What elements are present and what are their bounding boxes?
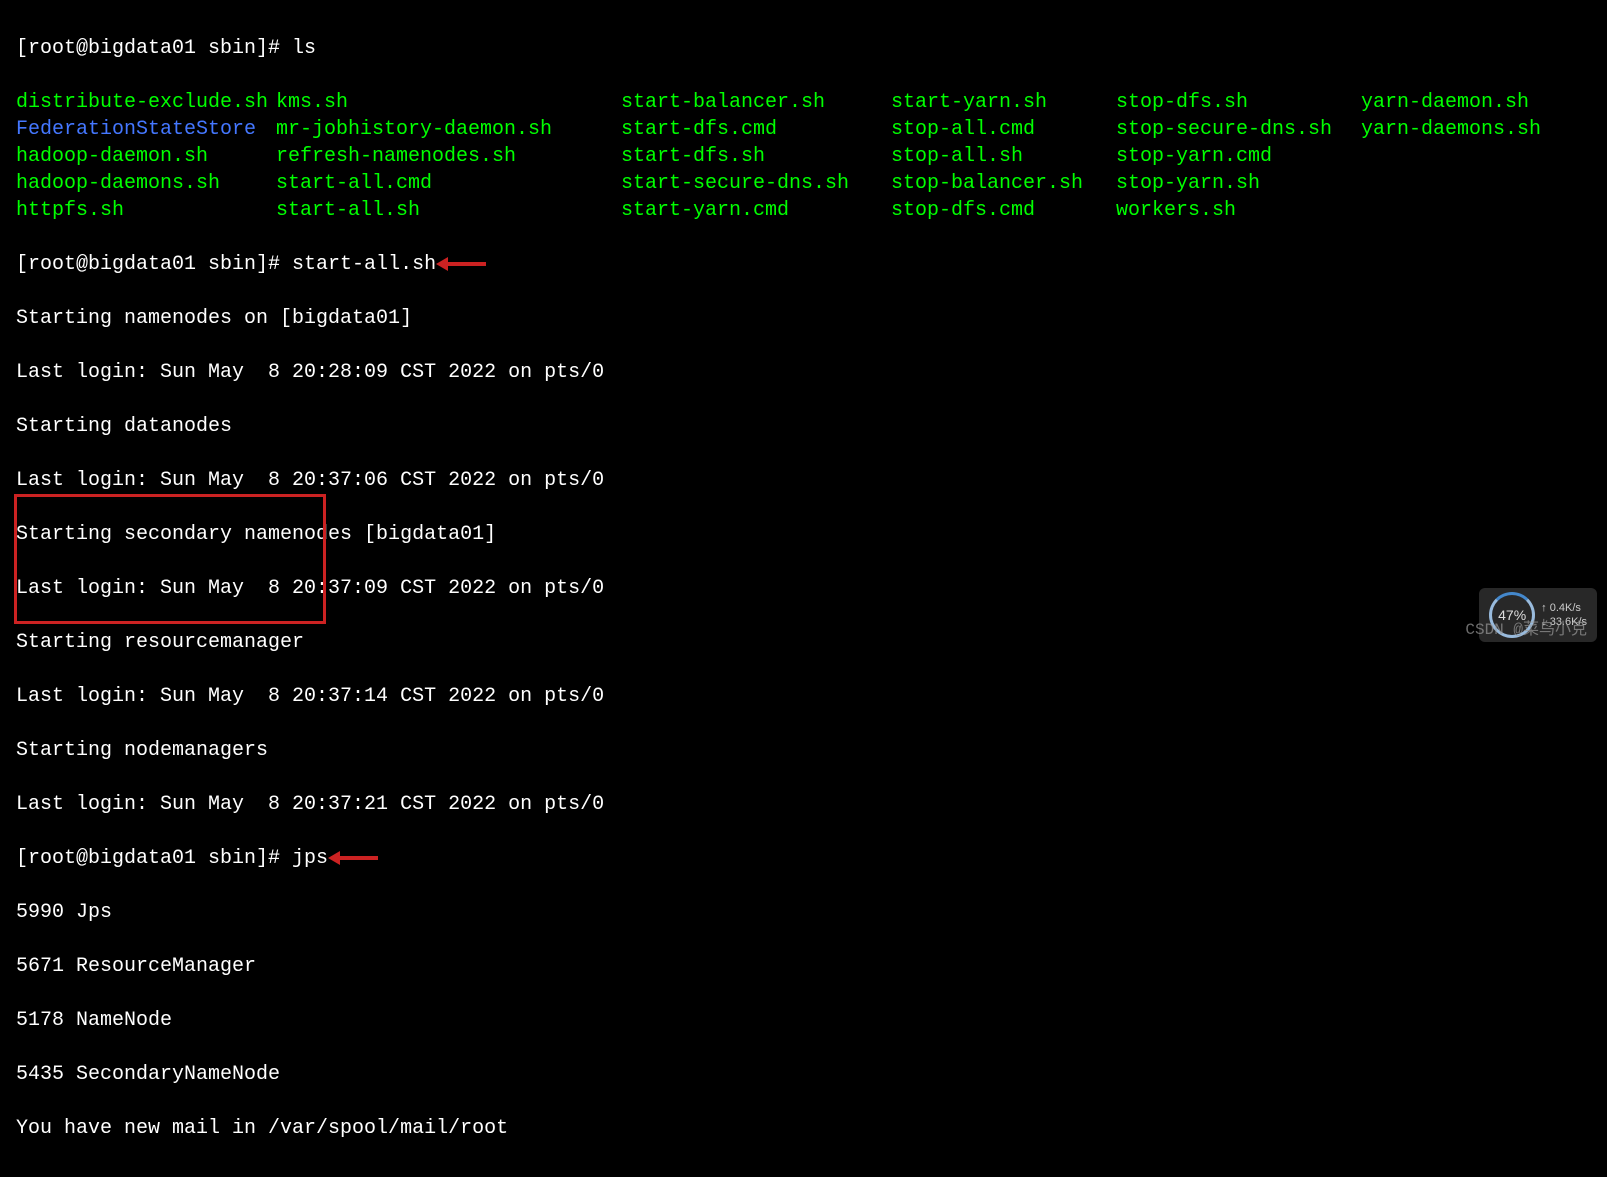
jps-line: 5435 SecondaryNameNode (16, 1061, 1591, 1088)
output-line: Starting nodemanagers (16, 737, 1591, 764)
file-item: stop-all.sh (891, 143, 1116, 170)
mail-line: You have new mail in /var/spool/mail/roo… (16, 1115, 1591, 1142)
file-item: stop-yarn.cmd (1116, 143, 1361, 170)
arrow-annotation-icon (336, 851, 386, 865)
jps-line: 5671 ResourceManager (16, 953, 1591, 980)
file-item: start-yarn.sh (891, 89, 1116, 116)
shell-prompt: [root@bigdata01 sbin]# (16, 37, 292, 60)
file-item: mr-jobhistory-daemon.sh (276, 116, 621, 143)
dir-item: FederationStateStore (16, 116, 276, 143)
jps-line: 5990 Jps (16, 899, 1591, 926)
arrow-annotation-icon (444, 257, 494, 271)
file-item: refresh-namenodes.sh (276, 143, 621, 170)
file-item: start-secure-dns.sh (621, 170, 891, 197)
file-item: stop-dfs.sh (1116, 89, 1361, 116)
output-line: Last login: Sun May 8 20:37:09 CST 2022 … (16, 575, 1591, 602)
file-item: distribute-exclude.sh (16, 89, 276, 116)
jps-line: 5178 NameNode (16, 1007, 1591, 1034)
command-start-all: start-all.sh (292, 253, 436, 276)
shell-prompt: [root@bigdata01 sbin]# (16, 253, 292, 276)
terminal-output[interactable]: [root@bigdata01 sbin]# ls distribute-exc… (0, 0, 1607, 1177)
csdn-watermark: CSDN @菜鸟小克 (1465, 617, 1587, 644)
file-item: start-yarn.cmd (621, 197, 891, 224)
file-item: start-dfs.cmd (621, 116, 891, 143)
command-ls: ls (292, 37, 316, 60)
file-item: stop-secure-dns.sh (1116, 116, 1361, 143)
file-item: start-dfs.sh (621, 143, 891, 170)
file-item: stop-balancer.sh (891, 170, 1116, 197)
output-line: Starting secondary namenodes [bigdata01] (16, 521, 1591, 548)
file-item: start-all.sh (276, 197, 621, 224)
file-item: yarn-daemon.sh (1361, 89, 1561, 116)
upload-speed: ↑ 0.4K/s (1541, 601, 1587, 615)
output-line: Starting datanodes (16, 413, 1591, 440)
ls-listing: distribute-exclude.sh FederationStateSto… (16, 89, 1591, 224)
file-item: start-balancer.sh (621, 89, 891, 116)
file-item: httpfs.sh (16, 197, 276, 224)
output-line: Starting namenodes on [bigdata01] (16, 305, 1591, 332)
file-item: stop-yarn.sh (1116, 170, 1361, 197)
file-item: yarn-daemons.sh (1361, 116, 1561, 143)
file-item: hadoop-daemons.sh (16, 170, 276, 197)
file-item: hadoop-daemon.sh (16, 143, 276, 170)
file-item: stop-dfs.cmd (891, 197, 1116, 224)
shell-prompt: [root@bigdata01 sbin]# (16, 847, 292, 870)
file-item: stop-all.cmd (891, 116, 1116, 143)
file-item: start-all.cmd (276, 170, 621, 197)
output-line: Last login: Sun May 8 20:37:06 CST 2022 … (16, 467, 1591, 494)
file-item: workers.sh (1116, 197, 1361, 224)
output-line: Last login: Sun May 8 20:37:21 CST 2022 … (16, 791, 1591, 818)
output-line: Last login: Sun May 8 20:28:09 CST 2022 … (16, 359, 1591, 386)
output-line: Last login: Sun May 8 20:37:14 CST 2022 … (16, 683, 1591, 710)
file-item: kms.sh (276, 89, 621, 116)
command-jps: jps (292, 847, 328, 870)
